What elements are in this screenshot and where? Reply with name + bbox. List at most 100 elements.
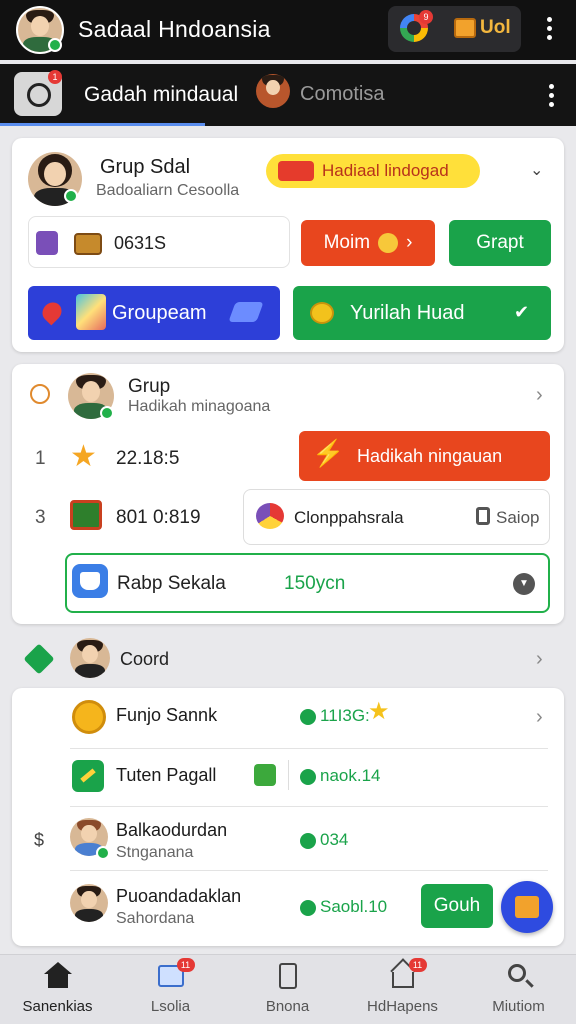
list-item-value: 11I3G: <box>300 706 370 726</box>
list-item-title[interactable]: Funjo Sannk <box>116 705 217 726</box>
camera-badge: 1 <box>48 70 62 84</box>
nav-label: Bnona <box>265 998 310 1015</box>
chevron-right-icon[interactable]: › <box>536 706 543 729</box>
gem-icon <box>36 231 58 255</box>
nav-label: Sanenkias <box>22 998 93 1015</box>
stat-value: 0631S <box>114 233 167 253</box>
list-item-value-text: 11I3G: <box>320 706 370 725</box>
candy-icon <box>256 503 284 529</box>
treasure-chest-icon[interactable] <box>454 18 476 38</box>
list-item-value: 034 <box>300 830 348 850</box>
nav-item-documents[interactable]: Bnona <box>230 962 345 1022</box>
list-avatar[interactable] <box>70 884 108 922</box>
divider <box>288 760 289 790</box>
document-icon <box>274 962 302 990</box>
row-value: 801 0:819 <box>116 507 201 528</box>
treasure-fab-button[interactable] <box>501 881 553 933</box>
group-title: Grup Sdal <box>100 156 191 178</box>
claim-reward-label: Hadikah ningauan <box>357 446 503 466</box>
search-icon <box>505 962 533 990</box>
secondary-title[interactable]: Gadah mindaual <box>84 83 238 107</box>
list-item-title[interactable]: Puoandadaklan <box>116 886 241 907</box>
heart-icon <box>300 899 316 916</box>
row-number: 1 <box>35 448 46 469</box>
coin-icon <box>310 302 334 324</box>
detail-subtitle: Hadikah minagoana <box>128 398 271 415</box>
house-icon: 11 <box>389 958 427 990</box>
section-title: Coord <box>120 649 170 669</box>
heart-icon <box>300 708 316 725</box>
secondary-avatar[interactable] <box>256 74 290 108</box>
home-icon <box>43 962 72 990</box>
selected-item-value: 150ycn <box>284 573 346 594</box>
smile-icon <box>378 233 399 253</box>
item-chip-label: Clonppahsrala <box>294 508 404 527</box>
nav-item-gallery[interactable]: 11 Lsolia <box>113 958 228 1022</box>
star-icon: ★ <box>368 698 390 725</box>
chevron-down-icon[interactable]: ▼ <box>513 573 535 595</box>
divider <box>70 870 548 871</box>
diamond-check-icon <box>23 643 55 675</box>
grupt-button[interactable]: Grapt <box>449 220 551 266</box>
hammer-icon <box>72 760 104 792</box>
chevron-down-icon[interactable]: ⌄ <box>530 160 543 180</box>
nav-badge: 11 <box>408 958 427 972</box>
bag-icon <box>254 764 276 786</box>
list-item-value: Saobl.10 <box>300 897 387 917</box>
chevron-right-icon: › <box>406 232 413 253</box>
gift-box-icon <box>76 294 106 330</box>
list-item-subtitle: Sahordana <box>116 910 195 927</box>
list-item-action-button[interactable]: Gouh <box>421 884 493 928</box>
dollar-icon: $ <box>34 830 45 850</box>
notification-badge: 9 <box>419 10 433 24</box>
list-item-subtitle: Stnganana <box>116 844 194 861</box>
clock-icon <box>30 384 50 404</box>
secondary-menu-icon[interactable] <box>548 84 554 111</box>
gift-icon <box>278 161 314 181</box>
nav-item-search[interactable]: Miutiom <box>461 962 576 1022</box>
nav-label: HdHapens <box>367 998 438 1015</box>
heart-icon <box>300 832 316 849</box>
save-icon <box>476 507 490 525</box>
online-indicator <box>48 38 62 52</box>
image-icon: 11 <box>157 958 195 990</box>
moim-button-label: Moim <box>323 232 371 253</box>
secondary-tab-link[interactable]: Comotisa <box>300 83 384 106</box>
coin-icon <box>72 700 106 734</box>
divider <box>70 806 548 807</box>
reward-badge-label: Hadiaal lindogad <box>322 161 449 180</box>
app-title: Sadaal Hndoansia <box>78 16 271 42</box>
list-item-value-text: 034 <box>320 830 349 849</box>
heart-icon <box>300 768 316 785</box>
lightning-icon: ⚡ <box>312 438 345 468</box>
chest-icon <box>74 233 102 255</box>
overflow-menu-icon[interactable] <box>546 17 552 44</box>
save-label[interactable]: Saiop <box>496 508 539 528</box>
online-indicator <box>100 406 114 420</box>
yurilah-label: Yurilah Huad <box>350 302 465 324</box>
active-tab-indicator <box>0 123 205 126</box>
coin-balance: Uol <box>480 17 511 38</box>
chevron-right-icon[interactable]: › <box>536 384 543 407</box>
star-icon: ★ <box>70 440 97 473</box>
detail-title: Grup <box>128 376 171 397</box>
list-item-title[interactable]: Balkaodurdan <box>116 820 227 841</box>
check-icon: ✔ <box>514 302 530 322</box>
row-value: 22.18:5 <box>116 448 180 469</box>
moim-button[interactable]: Moim › <box>301 220 435 266</box>
nav-item-happenings[interactable]: 11 HdHapens <box>345 958 460 1022</box>
online-indicator <box>96 846 110 860</box>
bucket-icon <box>72 564 108 598</box>
nav-label: Miutiom <box>492 998 545 1015</box>
list-item-title[interactable]: Tuten Pagall <box>116 765 216 786</box>
online-indicator <box>64 189 78 203</box>
nav-item-home[interactable]: Sanenkias <box>0 962 115 1022</box>
list-item-value-text: Saobl.10 <box>320 897 388 916</box>
section-avatar[interactable] <box>70 638 110 678</box>
groupeam-label: Groupeam <box>112 302 207 324</box>
row-number: 3 <box>35 507 46 528</box>
nav-label: Lsolia <box>150 998 191 1015</box>
divider <box>70 748 548 749</box>
chevron-right-icon[interactable]: › <box>536 648 543 671</box>
nav-badge: 11 <box>176 958 195 972</box>
